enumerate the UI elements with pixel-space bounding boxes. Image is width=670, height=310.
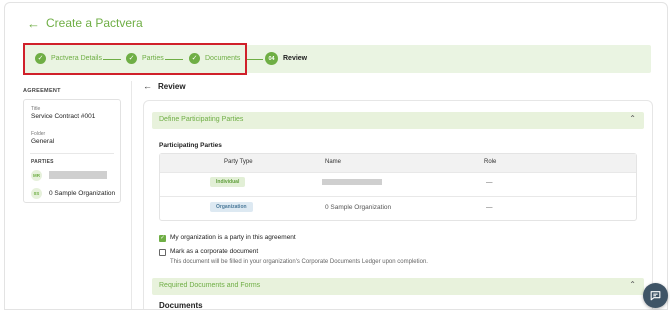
checkbox-label: Mark as a corporate document	[170, 248, 259, 255]
divider	[30, 153, 114, 154]
review-panel: Define Participating Parties ⌃ Participa…	[143, 100, 653, 310]
parties-table: Party Type Name Role Individual — Organi…	[159, 153, 637, 221]
redacted-party-name	[49, 171, 107, 179]
avatar: MR	[31, 170, 42, 181]
chevron-up-icon[interactable]: ⌃	[629, 280, 636, 289]
step-review[interactable]: 04 Review	[265, 52, 307, 65]
column-header: Name	[325, 159, 342, 165]
step-label: Review	[283, 55, 308, 62]
participating-parties-heading: Participating Parties	[159, 142, 222, 149]
page-title: Create a Pactvera	[46, 16, 143, 30]
parties-heading: PARTIES	[31, 159, 54, 165]
redacted-name	[322, 179, 382, 185]
section-required-documents[interactable]: Required Documents and Forms ⌃	[152, 278, 644, 295]
corporate-note: This document will be filled in your org…	[170, 259, 428, 265]
title-value: Service Contract #001	[31, 113, 96, 120]
app-frame: ← Create a Pactvera ✓ Pactvera Details ✓…	[4, 2, 668, 310]
table-header: Party Type Name Role	[160, 154, 636, 172]
row-divider	[160, 172, 636, 173]
chevron-up-icon[interactable]: ⌃	[629, 114, 636, 123]
section-title: Define Participating Parties	[159, 116, 244, 123]
steps-highlight-box	[23, 43, 247, 75]
checkbox-label: My organization is a party in this agree…	[170, 234, 296, 241]
agreement-card: Title Service Contract #001 Folder Gener…	[23, 99, 121, 203]
title-label: Title	[31, 106, 41, 112]
review-title: Review	[158, 81, 186, 91]
party-checkbox[interactable]: ✓	[159, 235, 166, 242]
role-cell: —	[486, 204, 493, 211]
column-header: Role	[484, 159, 497, 165]
party-type-badge: Individual	[210, 177, 246, 187]
arrow-left-icon[interactable]: ←	[27, 17, 40, 30]
corporate-checkbox[interactable]	[159, 249, 166, 256]
sidebar-heading: AGREEMENT	[23, 88, 61, 94]
party-name: 0 Sample Organization	[49, 190, 116, 197]
column-header: Party Type	[224, 159, 253, 165]
step-connector	[245, 59, 263, 60]
folder-value: General	[31, 138, 55, 145]
chat-icon	[650, 291, 661, 301]
section-title: Required Documents and Forms	[159, 282, 261, 289]
avatar: 0S	[31, 188, 42, 199]
arrow-left-icon[interactable]: ←	[143, 81, 152, 91]
row-divider	[160, 196, 636, 197]
section-participating-parties[interactable]: Define Participating Parties ⌃	[152, 112, 644, 129]
name-cell: 0 Sample Organization	[325, 204, 392, 211]
chat-button[interactable]	[643, 283, 668, 308]
folder-label: Folder	[31, 131, 46, 137]
agreement-sidebar: AGREEMENT Title Service Contract #001 Fo…	[5, 81, 132, 309]
role-cell: —	[486, 179, 493, 186]
page-header: ← Create a Pactvera	[27, 16, 143, 30]
documents-heading: Documents	[159, 301, 203, 310]
step-number: 04	[265, 52, 278, 65]
party-type-badge: Organization	[210, 202, 253, 212]
review-header: ← Review	[143, 81, 186, 91]
